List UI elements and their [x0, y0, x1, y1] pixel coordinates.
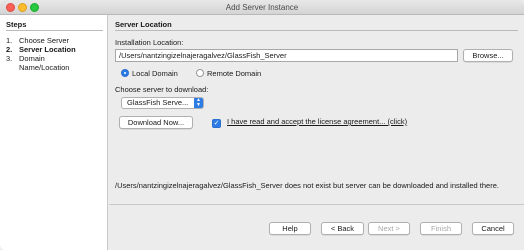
- title-bar: Add Server Instance: [0, 0, 524, 15]
- step-server-location: 2. Server Location: [6, 45, 106, 54]
- remote-domain-label[interactable]: Remote Domain: [207, 69, 261, 78]
- step-number: 1.: [6, 36, 13, 45]
- content-panel: Server Location Installation Location: B…: [109, 15, 524, 250]
- remote-domain-radio[interactable]: [196, 69, 204, 77]
- step-domain-name-location: 3. Domain Name/Location: [6, 54, 106, 72]
- step-choose-server: 1. Choose Server: [6, 36, 106, 45]
- status-message: /Users/nantzingizelnajeragalvez/GlassFis…: [115, 181, 499, 190]
- installation-location-input[interactable]: [115, 49, 458, 62]
- choose-server-label: Choose server to download:: [115, 85, 209, 94]
- back-button[interactable]: < Back: [321, 222, 364, 235]
- steps-title: Steps: [6, 20, 27, 29]
- step-number: 2.: [6, 45, 13, 54]
- cancel-button[interactable]: Cancel: [472, 222, 514, 235]
- steps-divider: [6, 30, 103, 31]
- server-select[interactable]: GlassFish Serve... ▲ ▼: [121, 97, 204, 109]
- local-domain-radio[interactable]: [121, 69, 129, 77]
- license-checkbox[interactable]: ✓: [212, 119, 221, 128]
- step-number: 3.: [6, 54, 13, 63]
- browse-button[interactable]: Browse...: [463, 49, 513, 62]
- finish-button[interactable]: Finish: [420, 222, 462, 235]
- server-select-value: GlassFish Serve...: [127, 98, 189, 107]
- next-button[interactable]: Next >: [368, 222, 410, 235]
- footer-divider: [109, 204, 524, 205]
- window-title: Add Server Instance: [225, 3, 299, 12]
- installation-location-label: Installation Location:: [115, 38, 184, 47]
- step-label: Choose Server: [19, 36, 70, 45]
- chevron-up-down-icon: ▲ ▼: [194, 98, 203, 108]
- section-title: Server Location: [115, 20, 172, 29]
- add-server-instance-window: Add Server Instance Steps 1. Choose Serve…: [0, 0, 524, 250]
- license-agreement-link[interactable]: I have read and accept the license agree…: [227, 117, 407, 126]
- steps-panel: Steps 1. Choose Server 2. Server Location …: [0, 15, 108, 250]
- local-domain-label[interactable]: Local Domain: [132, 69, 178, 78]
- section-divider: [115, 30, 518, 31]
- step-label: Server Location: [19, 45, 76, 54]
- help-button[interactable]: Help: [269, 222, 311, 235]
- step-label: Domain Name/Location: [19, 54, 70, 72]
- checkmark-icon: ✓: [213, 120, 220, 127]
- download-now-button[interactable]: Download Now...: [119, 116, 193, 129]
